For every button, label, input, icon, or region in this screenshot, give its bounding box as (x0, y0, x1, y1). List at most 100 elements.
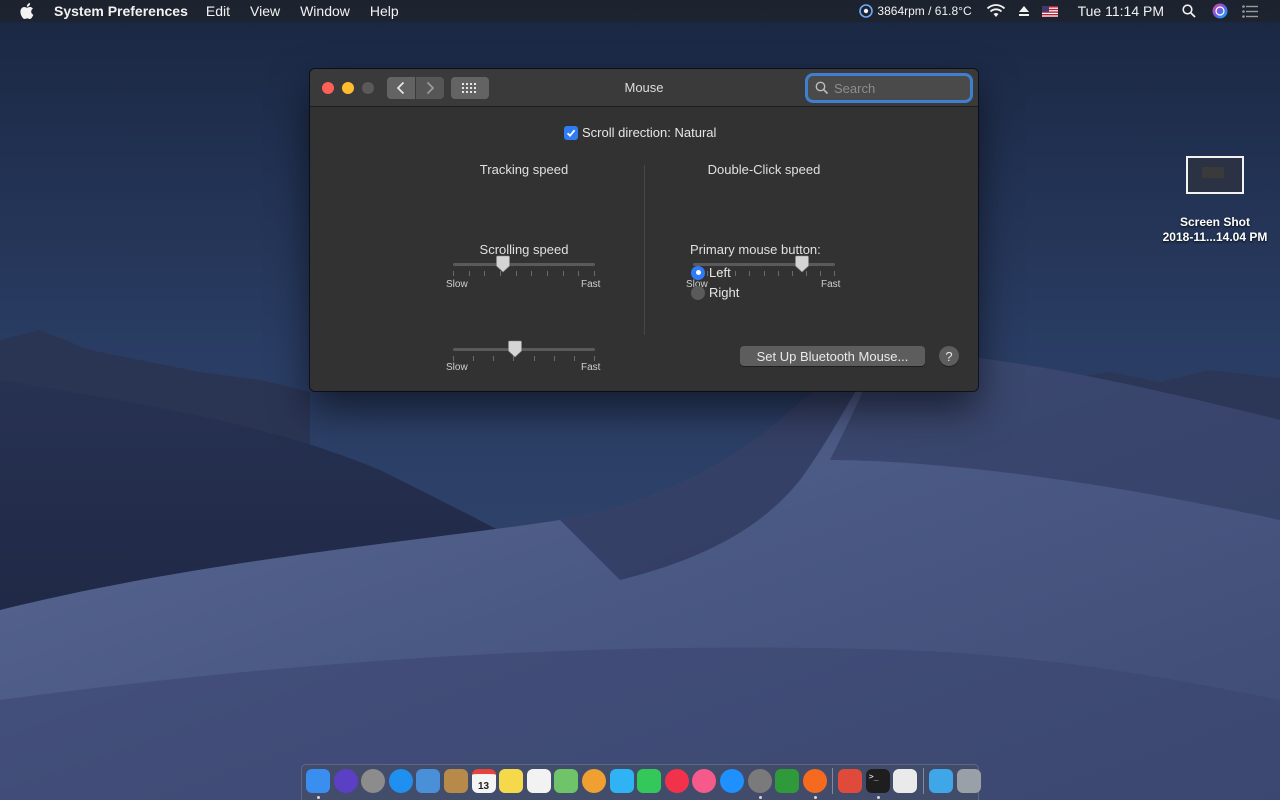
slider-tick (473, 356, 475, 361)
spotlight-search-icon[interactable] (1182, 4, 1196, 18)
terminal-icon[interactable]: >_ (865, 769, 890, 799)
show-all-button[interactable] (451, 77, 489, 99)
finder-icon[interactable] (306, 769, 330, 799)
calendar-icon[interactable]: 13 (471, 769, 496, 793)
trash-icon[interactable] (956, 769, 981, 793)
primary-button-label: Primary mouse button: (690, 242, 821, 257)
mail-icon[interactable] (416, 769, 441, 793)
tracking-speed-label: Tracking speed (479, 162, 569, 177)
slider-tick (763, 271, 765, 276)
close-window-button[interactable] (322, 82, 334, 94)
desktop-screenshot-file[interactable]: Screen Shot 2018-11...14.04 PM (1150, 156, 1280, 245)
scrolling-slow-label: Slow (446, 362, 468, 373)
slider-ticks (453, 271, 595, 277)
search-icon (815, 81, 829, 95)
minimize-window-button[interactable] (342, 82, 354, 94)
slider-knob[interactable] (508, 340, 523, 358)
mouse-settings-pane: Scroll direction: Natural Tracking speed… (310, 107, 978, 391)
siri-icon[interactable] (1212, 3, 1228, 19)
running-indicator (758, 796, 762, 799)
grid-icon (462, 83, 476, 93)
menu-app-name[interactable]: System Preferences (54, 0, 188, 22)
apple-menu-icon[interactable] (20, 2, 36, 20)
radio-right-label: Right (709, 285, 740, 300)
menu-edit[interactable]: Edit (206, 0, 230, 22)
terminal-prompt: >_ (868, 772, 879, 781)
scrolling-speed-slider[interactable] (449, 340, 599, 370)
running-indicator (876, 796, 880, 799)
scroll-direction-option[interactable]: Scroll direction: Natural (564, 125, 716, 140)
scroll-direction-checkbox[interactable] (564, 125, 578, 140)
clock[interactable]: Tue 11:14 PM (1078, 3, 1164, 19)
system-preferences-icon[interactable] (747, 769, 772, 799)
radio-right-option[interactable]: Right (691, 285, 739, 300)
checkmark-icon (566, 129, 576, 137)
eject-icon[interactable] (1018, 5, 1030, 17)
forward-button[interactable] (416, 77, 444, 99)
radio-left-option[interactable]: Left (691, 265, 731, 280)
tracking-fast-label: Fast (581, 279, 601, 290)
radio-left-label: Left (709, 265, 731, 280)
slider-tick (594, 271, 595, 276)
reminders-icon[interactable] (526, 769, 551, 793)
tracking-speed-slider[interactable] (449, 255, 599, 285)
textedit-icon[interactable] (893, 769, 918, 793)
title-bar[interactable]: Mouse (310, 69, 978, 107)
scroll-direction-label: Scroll direction: Natural (582, 125, 717, 140)
safari-icon[interactable] (388, 769, 413, 793)
notification-center-icon[interactable] (1242, 4, 1258, 18)
news-icon[interactable] (664, 769, 689, 793)
menu-view[interactable]: View (250, 0, 280, 22)
back-button[interactable] (387, 77, 415, 99)
setup-bluetooth-mouse-button[interactable]: Set Up Bluetooth Mouse... (740, 346, 925, 366)
slider-tick (493, 356, 495, 361)
column-divider (644, 165, 645, 335)
menu-window[interactable]: Window (300, 0, 350, 22)
messages-icon[interactable] (609, 769, 634, 793)
app-store-icon[interactable] (719, 769, 744, 793)
zoom-window-button[interactable] (362, 82, 374, 94)
search-input[interactable] (834, 80, 962, 96)
slider-tick (562, 271, 564, 276)
running-indicator (813, 796, 817, 799)
menu-bar: System Preferences Edit View Window Help… (0, 0, 1280, 22)
fan-status-text[interactable]: 3864rpm / 61.8°C (877, 4, 971, 18)
launchpad-icon[interactable] (361, 769, 386, 793)
radio-left[interactable] (691, 265, 705, 280)
scrolling-fast-label: Fast (581, 362, 601, 373)
radio-right[interactable] (691, 285, 705, 300)
dock-separator (832, 768, 834, 794)
maps-icon[interactable] (554, 769, 579, 793)
slider-tick (749, 271, 751, 276)
fan-status-icon[interactable] (859, 4, 874, 18)
siri-icon[interactable] (333, 769, 358, 793)
calendar-day: 13 (478, 780, 490, 792)
navigation-buttons (387, 77, 444, 99)
help-button[interactable]: ? (939, 346, 959, 366)
vim-icon[interactable] (775, 769, 800, 793)
us-flag-input-icon[interactable] (1041, 5, 1058, 17)
downloads-folder-icon[interactable] (929, 769, 954, 793)
slider-track[interactable] (453, 348, 595, 351)
chevron-right-icon (426, 81, 435, 95)
file-name-line1: Screen Shot (1179, 215, 1251, 229)
screenshot-thumbnail (1186, 156, 1244, 194)
slider-ticks (453, 356, 595, 362)
scrolling-speed-label: Scrolling speed (479, 242, 569, 257)
search-field[interactable] (808, 76, 970, 100)
slider-tick (531, 271, 533, 276)
menu-help[interactable]: Help (370, 0, 399, 22)
photos-icon[interactable] (581, 769, 606, 793)
music-icon[interactable] (692, 769, 717, 793)
slider-tick (553, 356, 555, 361)
contacts-icon[interactable] (443, 769, 468, 793)
slider-knob[interactable] (795, 255, 810, 273)
slider-tick (791, 271, 793, 276)
xcode-icon[interactable] (838, 769, 863, 793)
notes-icon[interactable] (499, 769, 524, 793)
firefox-icon[interactable] (802, 769, 827, 799)
slider-knob[interactable] (495, 255, 510, 273)
slider-track[interactable] (453, 263, 595, 266)
facetime-icon[interactable] (637, 769, 662, 793)
wifi-icon[interactable] (986, 4, 1006, 18)
